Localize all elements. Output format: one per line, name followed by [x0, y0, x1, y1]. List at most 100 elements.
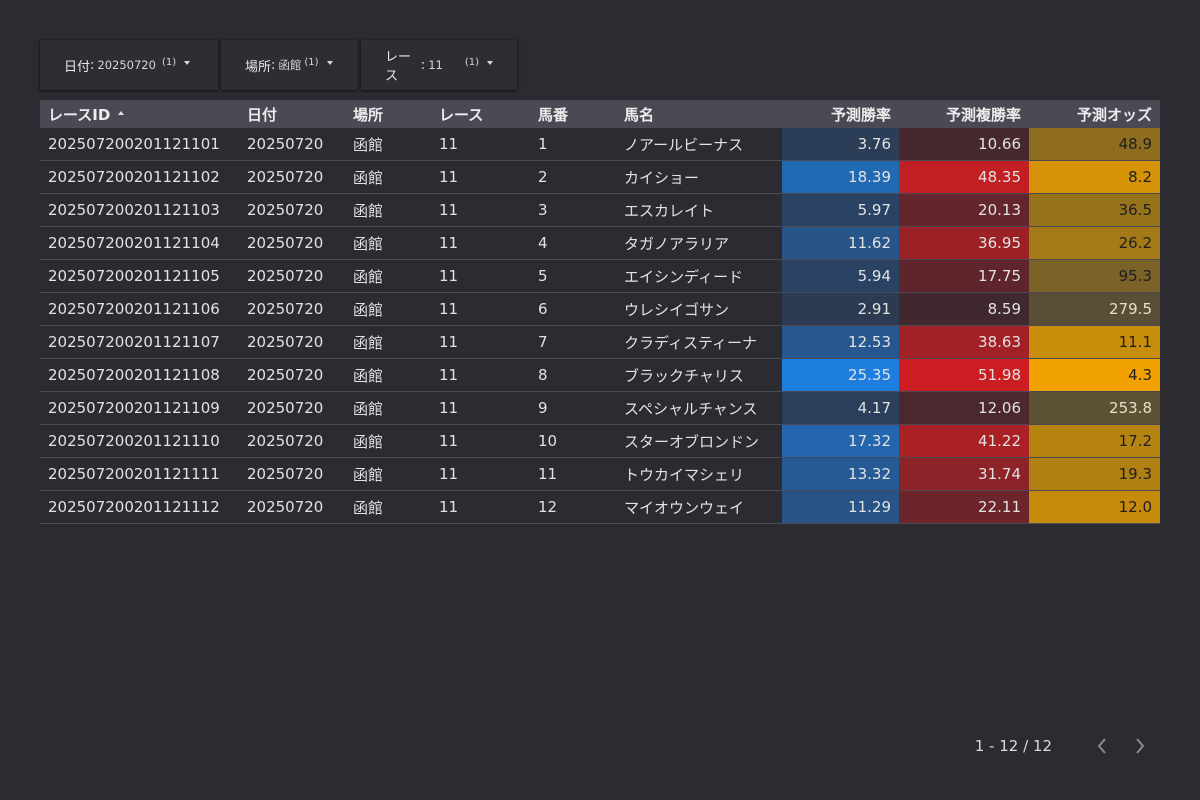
prediction-table: レースID 日付 場所 レース 馬番 馬名 予測勝率 予測複勝率 予測オッズ 2… — [40, 100, 1160, 524]
cell-place: 函館 — [345, 358, 431, 392]
cell-win-rate: 13.32 — [782, 457, 899, 491]
cell-race: 11 — [431, 226, 530, 260]
header-horse-number[interactable]: 馬番 — [530, 100, 616, 128]
cell-place-rate: 8.59 — [899, 292, 1029, 326]
cell-horse-number: 6 — [530, 292, 616, 326]
cell-place: 函館 — [345, 490, 431, 524]
cell-race-id: 202507200201121101 — [40, 128, 239, 161]
header-horse-name[interactable]: 馬名 — [616, 100, 782, 128]
cell-horse-number: 12 — [530, 490, 616, 524]
cell-race: 11 — [431, 457, 530, 491]
filter-race-value: 11 — [428, 58, 443, 72]
cell-date: 20250720 — [239, 128, 345, 161]
chevron-left-icon[interactable] — [1092, 734, 1112, 758]
cell-race-id: 202507200201121103 — [40, 193, 239, 227]
cell-race-id: 202507200201121104 — [40, 226, 239, 260]
cell-horse-name: クラディスティーナ — [616, 325, 782, 359]
cell-horse-name: トウカイマシェリ — [616, 457, 782, 491]
cell-place-rate: 20.13 — [899, 193, 1029, 227]
cell-place: 函館 — [345, 226, 431, 260]
cell-place: 函館 — [345, 424, 431, 458]
header-race[interactable]: レース — [431, 100, 530, 128]
cell-odds: 26.2 — [1029, 226, 1160, 260]
cell-horse-name: ブラックチャリス — [616, 358, 782, 392]
cell-win-rate: 17.32 — [782, 424, 899, 458]
table-row[interactable]: 202507200201121105 20250720 函館 11 5 エイシンディード 5… — [40, 259, 1160, 293]
cell-race-id: 202507200201121105 — [40, 259, 239, 293]
table-row[interactable]: 202507200201121101 20250720 函館 11 1 ノアールビーナス 3… — [40, 128, 1160, 161]
filter-place-value: 函館 — [278, 58, 302, 72]
table-row[interactable]: 202507200201121110 20250720 函館 11 10 スターオブロンド… — [40, 424, 1160, 458]
cell-horse-name: エイシンディード — [616, 259, 782, 293]
cell-win-rate: 4.17 — [782, 391, 899, 425]
cell-place: 函館 — [345, 292, 431, 326]
cell-race: 11 — [431, 490, 530, 524]
header-predicted-win-rate[interactable]: 予測勝率 — [782, 100, 899, 128]
table-row[interactable]: 202507200201121103 20250720 函館 11 3 エスカレイト 5.9… — [40, 193, 1160, 227]
cell-odds: 253.8 — [1029, 391, 1160, 425]
cell-date: 20250720 — [239, 226, 345, 260]
cell-horse-name: タガノアラリア — [616, 226, 782, 260]
cell-place-rate: 22.11 — [899, 490, 1029, 524]
cell-horse-name: エスカレイト — [616, 193, 782, 227]
filter-date[interactable]: 日付: 20250720 (1) — [40, 40, 218, 90]
cell-race: 11 — [431, 292, 530, 326]
table-row[interactable]: 202507200201121112 20250720 函館 11 12 マイオウンウェイ… — [40, 490, 1160, 524]
header-place[interactable]: 場所 — [345, 100, 431, 128]
cell-race-id: 202507200201121109 — [40, 391, 239, 425]
cell-race-id: 202507200201121110 — [40, 424, 239, 458]
cell-place: 函館 — [345, 128, 431, 161]
cell-date: 20250720 — [239, 457, 345, 491]
cell-horse-name: マイオウンウェイ — [616, 490, 782, 524]
cell-horse-name: ウレシイゴサン — [616, 292, 782, 326]
cell-horse-name: ノアールビーナス — [616, 128, 782, 161]
cell-odds: 279.5 — [1029, 292, 1160, 326]
cell-win-rate: 12.53 — [782, 325, 899, 359]
cell-horse-number: 1 — [530, 128, 616, 161]
table-row[interactable]: 202507200201121108 20250720 函館 11 8 ブラックチャリス 2… — [40, 358, 1160, 392]
cell-date: 20250720 — [239, 160, 345, 194]
cell-win-rate: 5.97 — [782, 193, 899, 227]
table-row[interactable]: 202507200201121107 20250720 函館 11 7 クラディスティーナ… — [40, 325, 1160, 359]
cell-place-rate: 41.22 — [899, 424, 1029, 458]
cell-win-rate: 18.39 — [782, 160, 899, 194]
table-row[interactable]: 202507200201121102 20250720 函館 11 2 カイショー 18.3… — [40, 160, 1160, 194]
filter-bar: 日付: 20250720 (1) 場所: 函館 (1) レース: 11 (1) — [40, 40, 517, 90]
dropdown-caret-icon — [326, 61, 333, 65]
dropdown-caret-icon — [184, 61, 191, 65]
cell-horse-name: カイショー — [616, 160, 782, 194]
chevron-right-icon[interactable] — [1130, 734, 1150, 758]
cell-race-id: 202507200201121107 — [40, 325, 239, 359]
cell-odds: 36.5 — [1029, 193, 1160, 227]
cell-place-rate: 38.63 — [899, 325, 1029, 359]
filter-race[interactable]: レース: 11 (1) — [361, 40, 517, 90]
cell-date: 20250720 — [239, 325, 345, 359]
table-row[interactable]: 202507200201121111 20250720 函館 11 11 トウカイマシェリ… — [40, 457, 1160, 491]
table-row[interactable]: 202507200201121104 20250720 函館 11 4 タガノアラリア 11… — [40, 226, 1160, 260]
cell-race-id: 202507200201121112 — [40, 490, 239, 524]
table-row[interactable]: 202507200201121106 20250720 函館 11 6 ウレシイゴサン 2.… — [40, 292, 1160, 326]
cell-race-id: 202507200201121108 — [40, 358, 239, 392]
filter-place[interactable]: 場所: 函館 (1) — [221, 40, 358, 90]
header-race-id[interactable]: レースID — [40, 100, 239, 128]
pagination-text: 1 - 12 / 12 — [974, 737, 1052, 755]
sort-ascending-icon — [118, 111, 125, 115]
table-row[interactable]: 202507200201121109 20250720 函館 11 9 スペシャルチャンス… — [40, 391, 1160, 425]
cell-race: 11 — [431, 325, 530, 359]
header-predicted-odds[interactable]: 予測オッズ — [1029, 100, 1160, 128]
cell-date: 20250720 — [239, 358, 345, 392]
cell-place: 函館 — [345, 160, 431, 194]
cell-race: 11 — [431, 358, 530, 392]
filter-date-value: 20250720 — [97, 58, 156, 72]
cell-date: 20250720 — [239, 193, 345, 227]
filter-date-label: 日付 — [64, 59, 91, 75]
filter-race-count: (1) — [464, 56, 479, 68]
pagination: 1 - 12 / 12 — [975, 734, 1150, 758]
cell-date: 20250720 — [239, 424, 345, 458]
filter-race-label: レース — [385, 50, 412, 84]
header-predicted-place-rate[interactable]: 予測複勝率 — [899, 100, 1029, 128]
cell-race: 11 — [431, 424, 530, 458]
cell-race-id: 202507200201121106 — [40, 292, 239, 326]
cell-date: 20250720 — [239, 490, 345, 524]
header-date[interactable]: 日付 — [239, 100, 345, 128]
